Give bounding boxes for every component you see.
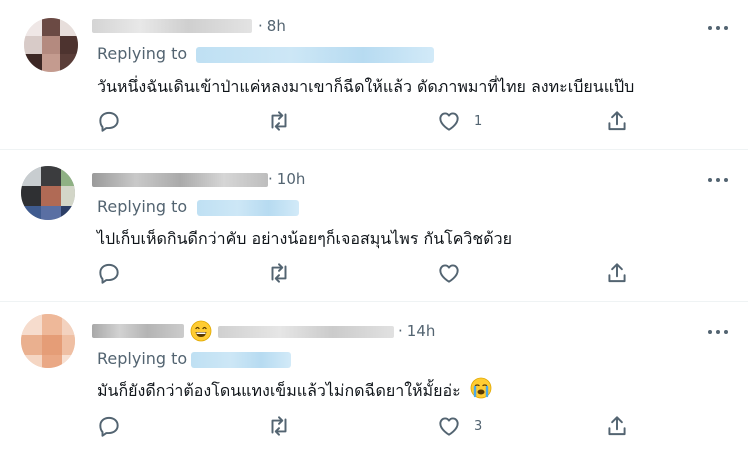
like-icon[interactable] [436,413,462,439]
reply-text-content: มันก็ยังดีกว่าต้องโดนแทงเข็มแล้วไม่กดฉีด… [97,381,461,400]
avatar[interactable] [21,314,75,368]
timestamp[interactable]: · 14h [398,322,435,340]
like-count: 3 [474,419,483,434]
reply-tweet[interactable]: · 8h Replying to วันหนึ่งฉันเดินเข้าป่าแค… [0,0,748,150]
like-icon[interactable] [436,108,462,134]
retweet-icon[interactable] [266,108,292,134]
user-handle[interactable] [218,326,394,338]
reply-icon[interactable] [96,413,122,439]
like-icon[interactable] [436,260,462,286]
retweet-icon[interactable] [266,413,292,439]
retweet-icon[interactable] [266,260,292,286]
user-name[interactable] [92,173,268,187]
user-name[interactable] [92,19,252,33]
reply-text: ไปเก็บเห็ดกินดีกว่าคับ อย่างน้อยๆก็เจอสม… [97,229,513,248]
more-icon[interactable] [708,174,732,186]
user-name[interactable] [92,324,184,338]
avatar[interactable] [21,166,75,220]
share-icon[interactable] [604,108,630,134]
reply-icon[interactable] [96,260,122,286]
like-count: 1 [474,114,483,129]
replying-to-label: Replying to [97,44,188,63]
reply-text: วันหนึ่งฉันเดินเข้าป่าแค่หลงมาเขาก็ฉีดให… [97,77,635,96]
share-icon[interactable] [604,413,630,439]
more-icon[interactable] [708,326,732,338]
reply-tweet[interactable]: · 14h Replying to มันก็ยังดีกว่าต้องโดนแท… [0,302,748,452]
more-icon[interactable] [708,22,732,34]
avatar[interactable] [24,18,78,72]
timestamp[interactable]: · 8h [258,17,286,35]
replying-to-handle[interactable] [197,200,299,216]
replying-to-handle[interactable] [191,352,291,368]
reply-tweet[interactable]: · 10h Replying to ไปเก็บเห็ดกินดีกว่าคับ … [0,150,748,301]
reply-text: มันก็ยังดีกว่าต้องโดนแทงเข็มแล้วไม่กดฉีด… [97,377,492,404]
crying-face-emoji [470,377,492,399]
grinning-face-emoji [190,320,212,342]
replying-to-label: Replying to [97,197,188,216]
replying-to-label: Replying to [97,349,188,368]
replying-to-handle[interactable] [196,47,434,63]
timestamp[interactable]: · 10h [268,170,305,188]
reply-icon[interactable] [96,108,122,134]
share-icon[interactable] [604,260,630,286]
